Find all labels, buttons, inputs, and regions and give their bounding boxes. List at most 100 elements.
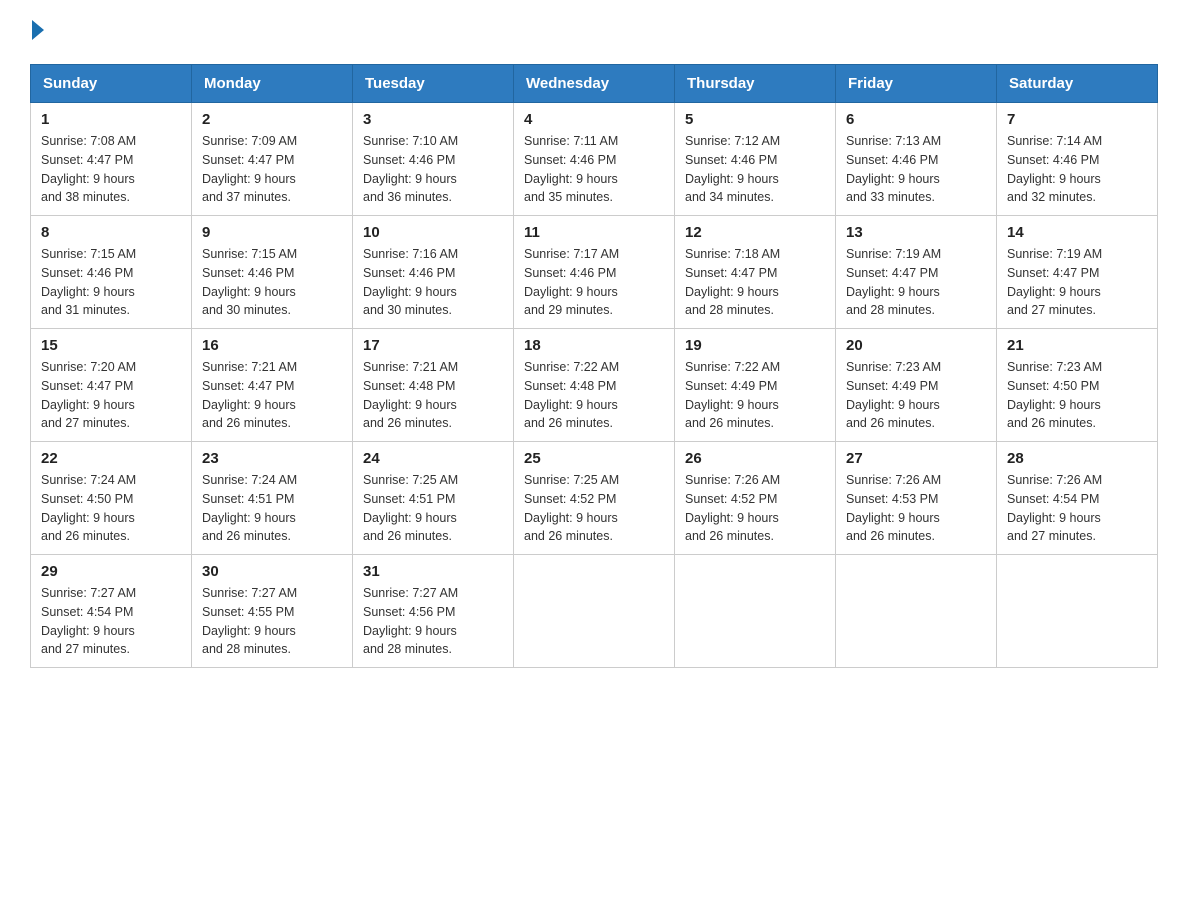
day-info: Sunrise: 7:21 AMSunset: 4:48 PMDaylight:… xyxy=(363,358,503,433)
day-cell-19: 19Sunrise: 7:22 AMSunset: 4:49 PMDayligh… xyxy=(675,329,836,442)
day-cell-2: 2Sunrise: 7:09 AMSunset: 4:47 PMDaylight… xyxy=(192,103,353,216)
day-info: Sunrise: 7:27 AMSunset: 4:54 PMDaylight:… xyxy=(41,584,181,659)
day-cell-4: 4 Sunrise: 7:11 AMSunset: 4:46 PMDaylight… xyxy=(514,103,675,216)
day-number: 13 xyxy=(846,224,986,241)
day-number: 21 xyxy=(1007,337,1147,354)
day-info: Sunrise: 7:23 AMSunset: 4:49 PMDaylight:… xyxy=(846,358,986,433)
day-info: Sunrise: 7:24 AMSunset: 4:50 PMDaylight:… xyxy=(41,471,181,546)
day-cell-11: 11Sunrise: 7:17 AMSunset: 4:46 PMDayligh… xyxy=(514,216,675,329)
day-info: Sunrise: 7:21 AMSunset: 4:47 PMDaylight:… xyxy=(202,358,342,433)
day-cell-1: 1Sunrise: 7:08 AMSunset: 4:47 PMDaylight… xyxy=(31,103,192,216)
day-info: Sunrise: 7:26 AMSunset: 4:54 PMDaylight:… xyxy=(1007,471,1147,546)
day-info: Sunrise: 7:19 AMSunset: 4:47 PMDaylight:… xyxy=(1007,245,1147,320)
day-cell-30: 30Sunrise: 7:27 AMSunset: 4:55 PMDayligh… xyxy=(192,555,353,668)
day-cell-24: 24Sunrise: 7:25 AMSunset: 4:51 PMDayligh… xyxy=(353,442,514,555)
day-info: Sunrise: 7:15 AMSunset: 4:46 PMDaylight:… xyxy=(41,245,181,320)
day-cell-15: 15 Sunrise: 7:20 AMSunset: 4:47 PMDayligh… xyxy=(31,329,192,442)
weekday-header-tuesday: Tuesday xyxy=(353,65,514,103)
day-cell-28: 28 Sunrise: 7:26 AMSunset: 4:54 PMDayligh… xyxy=(997,442,1158,555)
day-cell-23: 23Sunrise: 7:24 AMSunset: 4:51 PMDayligh… xyxy=(192,442,353,555)
empty-cell xyxy=(997,555,1158,668)
logo xyxy=(30,20,44,48)
day-number: 28 xyxy=(1007,450,1147,467)
day-number: 1 xyxy=(41,111,181,128)
day-info: Sunrise: 7:27 AMSunset: 4:56 PMDaylight:… xyxy=(363,584,503,659)
day-number: 3 xyxy=(363,111,503,128)
day-cell-18: 18 Sunrise: 7:22 AMSunset: 4:48 PMDayligh… xyxy=(514,329,675,442)
weekday-header-saturday: Saturday xyxy=(997,65,1158,103)
day-cell-21: 21 Sunrise: 7:23 AMSunset: 4:50 PMDayligh… xyxy=(997,329,1158,442)
day-info: Sunrise: 7:14 AMSunset: 4:46 PMDaylight:… xyxy=(1007,132,1147,207)
day-cell-20: 20 Sunrise: 7:23 AMSunset: 4:49 PMDayligh… xyxy=(836,329,997,442)
day-info: Sunrise: 7:12 AMSunset: 4:46 PMDaylight:… xyxy=(685,132,825,207)
day-number: 4 xyxy=(524,111,664,128)
day-cell-10: 10 Sunrise: 7:16 AMSunset: 4:46 PMDayligh… xyxy=(353,216,514,329)
day-number: 29 xyxy=(41,563,181,580)
day-cell-8: 8 Sunrise: 7:15 AMSunset: 4:46 PMDaylight… xyxy=(31,216,192,329)
day-number: 12 xyxy=(685,224,825,241)
day-number: 20 xyxy=(846,337,986,354)
day-number: 14 xyxy=(1007,224,1147,241)
week-row-1: 1Sunrise: 7:08 AMSunset: 4:47 PMDaylight… xyxy=(31,103,1158,216)
day-number: 25 xyxy=(524,450,664,467)
day-cell-22: 22 Sunrise: 7:24 AMSunset: 4:50 PMDayligh… xyxy=(31,442,192,555)
weekday-header-wednesday: Wednesday xyxy=(514,65,675,103)
day-number: 22 xyxy=(41,450,181,467)
day-number: 27 xyxy=(846,450,986,467)
empty-cell xyxy=(514,555,675,668)
day-cell-25: 25 Sunrise: 7:25 AMSunset: 4:52 PMDayligh… xyxy=(514,442,675,555)
day-number: 19 xyxy=(685,337,825,354)
day-number: 15 xyxy=(41,337,181,354)
week-row-2: 8 Sunrise: 7:15 AMSunset: 4:46 PMDaylight… xyxy=(31,216,1158,329)
day-number: 16 xyxy=(202,337,342,354)
day-cell-16: 16 Sunrise: 7:21 AMSunset: 4:47 PMDayligh… xyxy=(192,329,353,442)
weekday-header-thursday: Thursday xyxy=(675,65,836,103)
day-info: Sunrise: 7:16 AMSunset: 4:46 PMDaylight:… xyxy=(363,245,503,320)
weekday-header-sunday: Sunday xyxy=(31,65,192,103)
day-number: 9 xyxy=(202,224,342,241)
day-number: 31 xyxy=(363,563,503,580)
day-number: 2 xyxy=(202,111,342,128)
day-info: Sunrise: 7:22 AMSunset: 4:48 PMDaylight:… xyxy=(524,358,664,433)
day-number: 6 xyxy=(846,111,986,128)
day-cell-13: 13 Sunrise: 7:19 AMSunset: 4:47 PMDayligh… xyxy=(836,216,997,329)
day-info: Sunrise: 7:20 AMSunset: 4:47 PMDaylight:… xyxy=(41,358,181,433)
day-cell-3: 3 Sunrise: 7:10 AMSunset: 4:46 PMDaylight… xyxy=(353,103,514,216)
day-number: 10 xyxy=(363,224,503,241)
day-number: 18 xyxy=(524,337,664,354)
day-info: Sunrise: 7:25 AMSunset: 4:52 PMDaylight:… xyxy=(524,471,664,546)
week-row-4: 22 Sunrise: 7:24 AMSunset: 4:50 PMDayligh… xyxy=(31,442,1158,555)
day-number: 30 xyxy=(202,563,342,580)
day-number: 8 xyxy=(41,224,181,241)
day-info: Sunrise: 7:26 AMSunset: 4:52 PMDaylight:… xyxy=(685,471,825,546)
day-number: 26 xyxy=(685,450,825,467)
day-info: Sunrise: 7:15 AMSunset: 4:46 PMDaylight:… xyxy=(202,245,342,320)
week-row-5: 29 Sunrise: 7:27 AMSunset: 4:54 PMDayligh… xyxy=(31,555,1158,668)
day-info: Sunrise: 7:18 AMSunset: 4:47 PMDaylight:… xyxy=(685,245,825,320)
logo-triangle-icon xyxy=(32,20,44,40)
day-cell-7: 7Sunrise: 7:14 AMSunset: 4:46 PMDaylight… xyxy=(997,103,1158,216)
empty-cell xyxy=(675,555,836,668)
week-row-3: 15 Sunrise: 7:20 AMSunset: 4:47 PMDayligh… xyxy=(31,329,1158,442)
day-cell-5: 5 Sunrise: 7:12 AMSunset: 4:46 PMDaylight… xyxy=(675,103,836,216)
day-cell-26: 26 Sunrise: 7:26 AMSunset: 4:52 PMDayligh… xyxy=(675,442,836,555)
day-info: Sunrise: 7:11 AMSunset: 4:46 PMDaylight:… xyxy=(524,132,664,207)
day-cell-14: 14 Sunrise: 7:19 AMSunset: 4:47 PMDayligh… xyxy=(997,216,1158,329)
calendar-table: SundayMondayTuesdayWednesdayThursdayFrid… xyxy=(30,64,1158,668)
day-info: Sunrise: 7:10 AMSunset: 4:46 PMDaylight:… xyxy=(363,132,503,207)
day-cell-27: 27Sunrise: 7:26 AMSunset: 4:53 PMDayligh… xyxy=(836,442,997,555)
day-info: Sunrise: 7:19 AMSunset: 4:47 PMDaylight:… xyxy=(846,245,986,320)
day-info: Sunrise: 7:25 AMSunset: 4:51 PMDaylight:… xyxy=(363,471,503,546)
day-cell-17: 17 Sunrise: 7:21 AMSunset: 4:48 PMDayligh… xyxy=(353,329,514,442)
day-cell-9: 9 Sunrise: 7:15 AMSunset: 4:46 PMDaylight… xyxy=(192,216,353,329)
day-number: 23 xyxy=(202,450,342,467)
day-number: 5 xyxy=(685,111,825,128)
day-info: Sunrise: 7:23 AMSunset: 4:50 PMDaylight:… xyxy=(1007,358,1147,433)
day-number: 17 xyxy=(363,337,503,354)
day-number: 11 xyxy=(524,224,664,241)
day-cell-12: 12 Sunrise: 7:18 AMSunset: 4:47 PMDayligh… xyxy=(675,216,836,329)
day-cell-29: 29 Sunrise: 7:27 AMSunset: 4:54 PMDayligh… xyxy=(31,555,192,668)
weekday-header-friday: Friday xyxy=(836,65,997,103)
empty-cell xyxy=(836,555,997,668)
day-cell-6: 6Sunrise: 7:13 AMSunset: 4:46 PMDaylight… xyxy=(836,103,997,216)
